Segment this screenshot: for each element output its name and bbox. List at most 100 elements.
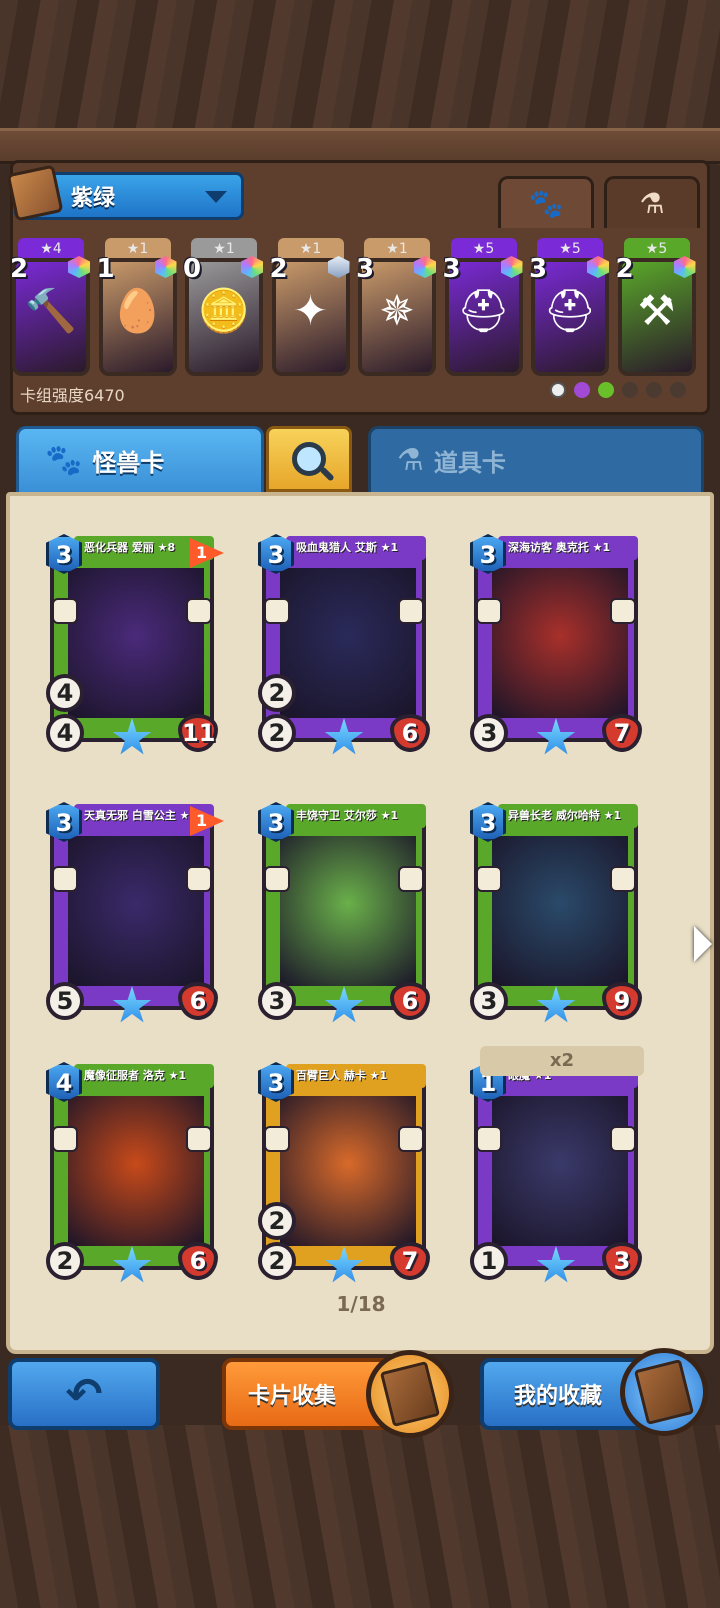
- card-cost: 2: [269, 254, 288, 284]
- tab-item-cards[interactable]: ⚗ 道具卡: [368, 426, 704, 492]
- deck-power: 卡组强度6470: [20, 386, 125, 405]
- card-art: [492, 1096, 628, 1246]
- deck-card[interactable]: ★1 🥚 1: [96, 238, 177, 378]
- deck-card[interactable]: ★4 🔨 2: [10, 238, 90, 378]
- card-hp: 6: [390, 982, 430, 1020]
- card-cost: 3: [442, 254, 461, 284]
- monster-card[interactable]: 深海访客 奥克托 ★1 3 3 7: [470, 534, 642, 755]
- tab-monster-label: 怪兽卡: [92, 449, 165, 477]
- card-hp: 6: [178, 1242, 218, 1280]
- monster-card[interactable]: 眼魔 ★1113: [470, 1062, 642, 1283]
- card-collect-book-icon[interactable]: [366, 1350, 454, 1438]
- card-cost: 2: [10, 254, 29, 284]
- monster-card[interactable]: 丰饶守卫 艾尔莎 ★1 3 3 6: [258, 802, 430, 1023]
- card-name: 深海访客 奥克托 ★1: [498, 536, 638, 560]
- card-attack: 3: [258, 982, 296, 1020]
- deck-selector[interactable]: 紫绿: [6, 164, 244, 222]
- card-cost: 3: [356, 254, 375, 284]
- tab-monster-cards[interactable]: 🐾 怪兽卡: [16, 426, 264, 492]
- card-art: [492, 568, 628, 718]
- ability-icon: [476, 866, 502, 892]
- deck-card[interactable]: ★1 🪙 0: [183, 238, 263, 378]
- card-art: [280, 1096, 416, 1246]
- ability-icon: [610, 866, 636, 892]
- ability-icon: [610, 1126, 636, 1152]
- card-attack: 3: [470, 982, 508, 1020]
- ability-icon: [186, 598, 212, 624]
- deck-card[interactable]: ★5 ⚒ 2: [615, 238, 696, 378]
- card-art: [280, 836, 416, 986]
- ability-icon: [398, 866, 424, 892]
- tab-monster-filter[interactable]: 🐾: [498, 176, 594, 228]
- card-frame: [474, 1070, 638, 1270]
- ability-icon: [398, 598, 424, 624]
- card-hp: 6: [178, 982, 218, 1020]
- card-glyph-icon: ✦: [292, 286, 329, 335]
- card-frame: [50, 1070, 214, 1270]
- paw-icon: 🐾: [45, 443, 83, 478]
- deck-card[interactable]: ★1 ✦ 2: [269, 238, 350, 378]
- monster-card[interactable]: 吸血鬼猎人 艾斯 ★1 3 2 2 6: [258, 534, 430, 755]
- card-name: 异兽长老 威尔哈特 ★1: [498, 804, 638, 828]
- card-cost: 1: [96, 254, 115, 284]
- card-name: 百臂巨人 赫卡 ★1: [286, 1064, 426, 1088]
- yellow-element-icon: [646, 382, 662, 398]
- paw-icon: 🐾: [528, 187, 564, 220]
- ability-icon: [186, 866, 212, 892]
- card-art: [68, 1096, 204, 1246]
- neutral-element-icon: [550, 382, 566, 398]
- card-attack: 1: [470, 1242, 508, 1280]
- card-hp: 7: [602, 714, 642, 752]
- next-page-arrow-icon[interactable]: [694, 926, 712, 962]
- card-hp: 9: [602, 982, 642, 1020]
- card-name: 丰饶守卫 艾尔莎 ★1: [286, 804, 426, 828]
- tab-item-label: 道具卡: [433, 449, 506, 477]
- card-cost: 3: [529, 254, 548, 284]
- card-frame: [474, 542, 638, 742]
- monster-card[interactable]: 天真无邪 白雪公主 ★8 3 1 5 6: [46, 802, 224, 1023]
- search-icon: [292, 442, 326, 476]
- tab-item-filter[interactable]: ⚗: [604, 176, 700, 228]
- card-glyph-icon: 🥚: [111, 286, 164, 335]
- card-collect-label: 卡片收集: [248, 1384, 337, 1409]
- deck-card[interactable]: ★5 ⛑ 3: [442, 238, 523, 378]
- card-frame: [262, 542, 426, 742]
- card-glyph-icon: ⛑: [543, 286, 597, 335]
- card-frame: [262, 810, 426, 1010]
- monster-card[interactable]: 恶化兵器 爱丽 ★8 3 1 4 4 11: [46, 534, 224, 755]
- ability-icon: [610, 598, 636, 624]
- potion-icon: ⚗: [397, 443, 424, 478]
- ability-icon: [52, 866, 78, 892]
- back-button[interactable]: ↶: [8, 1358, 160, 1430]
- potion-icon: ⚗: [639, 187, 665, 220]
- my-collection-book-icon[interactable]: [620, 1348, 708, 1436]
- deck-book-icon: [6, 164, 64, 222]
- blue-element-icon: [670, 382, 686, 398]
- card-frame: [50, 810, 214, 1010]
- deck-element-icons: [550, 382, 686, 398]
- card-cost: 2: [615, 254, 634, 284]
- deck-card[interactable]: ★5 ⛑ 3: [529, 238, 609, 378]
- ability-icon: [264, 1126, 290, 1152]
- card-art: [68, 836, 204, 986]
- monster-card[interactable]: 魔像征服者 洛克 ★1 4 2 6: [46, 1062, 218, 1283]
- search-button[interactable]: [266, 426, 352, 492]
- ability-icon: [264, 598, 290, 624]
- wood-frame: [0, 128, 720, 164]
- card-glyph-icon: ⛑: [456, 286, 511, 335]
- deck-card[interactable]: ★1 ✵ 3: [356, 238, 436, 378]
- ability-icon: [52, 1126, 78, 1152]
- ability-icon: [398, 1126, 424, 1152]
- card-frame: [50, 542, 214, 742]
- deck-card-row: ★4 🔨 2 ★1 🥚 1 ★1 🪙 0 ★1 ✦ 2 ★1 ✵ 3 ★5 ⛑ 3 ★5 ⛑ 3 ★5 ⚒ 2: [10, 238, 708, 378]
- card-name: 魔像征服者 洛克 ★1: [74, 1064, 214, 1088]
- card-art: [280, 568, 416, 718]
- deck-name: 紫绿: [71, 186, 116, 211]
- card-glyph-icon: 🔨: [24, 286, 78, 335]
- card-art: [492, 836, 628, 986]
- ability-icon: [52, 598, 78, 624]
- monster-card[interactable]: 异兽长老 威尔哈特 ★1 3 3 9: [470, 802, 642, 1023]
- monster-card[interactable]: 百臂巨人 赫卡 ★1 3 2 2 7: [258, 1062, 430, 1283]
- card-attack: 2: [258, 1242, 296, 1280]
- back-arrow-icon: ↶: [65, 1368, 103, 1420]
